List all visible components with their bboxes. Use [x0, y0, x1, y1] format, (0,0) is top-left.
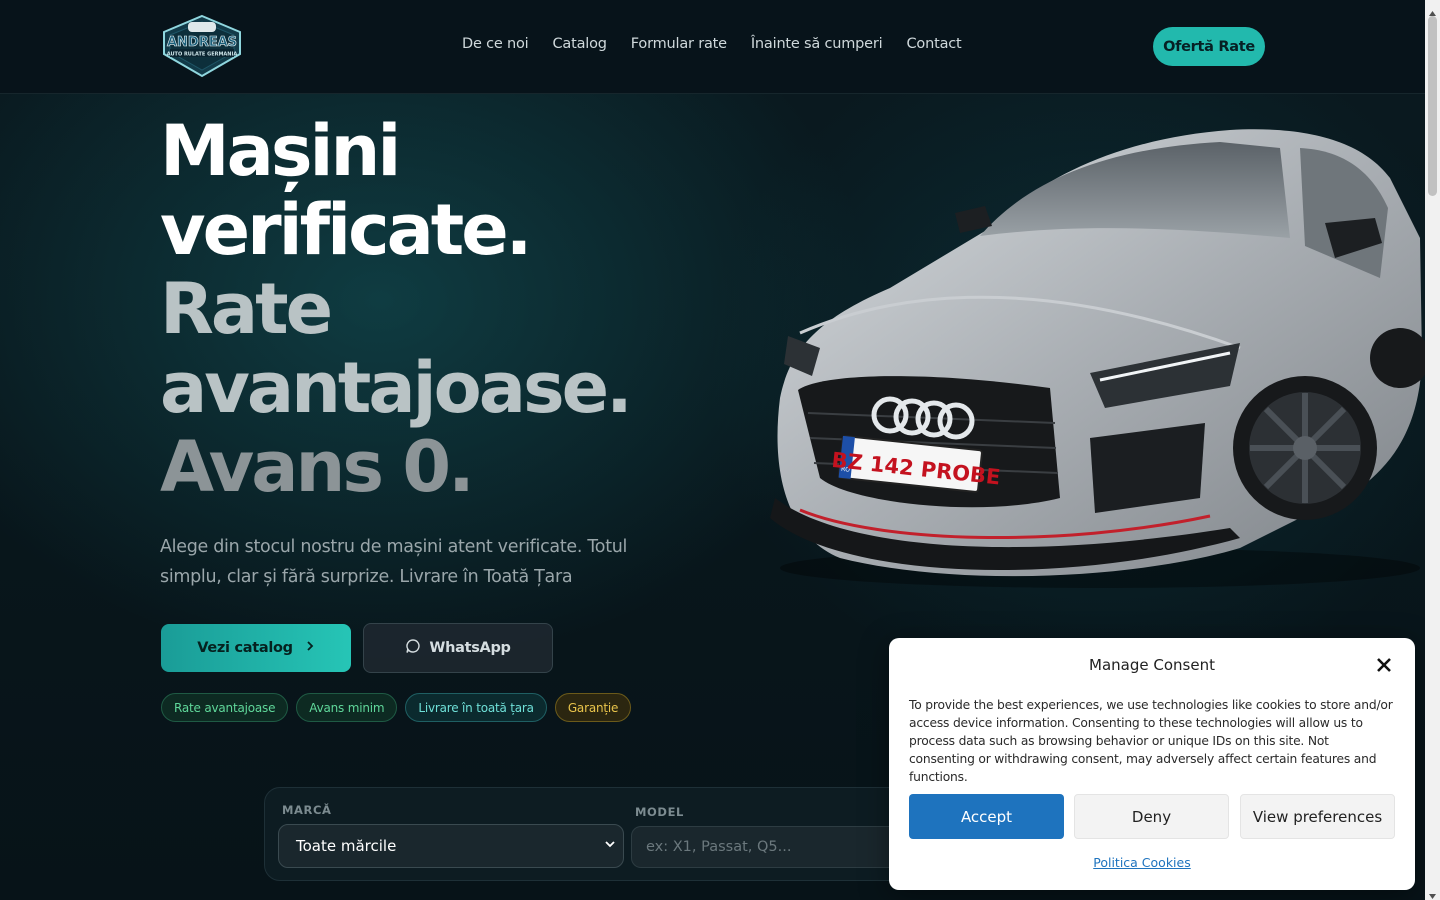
scroll-down-arrow-icon[interactable]: [1428, 886, 1437, 899]
cookie-policy-link[interactable]: Politica Cookies: [889, 855, 1395, 870]
chevron-right-icon: [305, 640, 315, 656]
tag-livrare: Livrare în toată țara: [405, 693, 547, 722]
headline-line-2: verificate.: [160, 189, 532, 271]
model-label: MODEL: [635, 805, 684, 819]
chat-bubble-icon: [405, 638, 421, 658]
feature-tags: Rate avantajoase Avans minim Livrare în …: [161, 693, 632, 722]
accept-button[interactable]: Accept: [909, 794, 1064, 839]
consent-text: To provide the best experiences, we use …: [909, 698, 1393, 784]
headline-line-5: Avans 0.: [160, 426, 475, 508]
brand-label: MARCĂ: [282, 803, 332, 817]
tag-avans-minim: Avans minim: [296, 693, 398, 722]
logo-subtext: AUTO RULATE GERMANIA: [167, 52, 238, 58]
site-header: ANDREAS AUTO RULATE GERMANIA De ce noi C…: [0, 0, 1425, 94]
close-icon[interactable]: [1375, 656, 1393, 674]
brand-select-value: Toate mărcile: [296, 837, 397, 855]
tag-rate-avantajoase: Rate avantajoase: [161, 693, 289, 722]
page-scrollbar[interactable]: [1425, 0, 1440, 900]
whatsapp-button[interactable]: WhatsApp: [363, 623, 553, 673]
hero-headline: Mașini verificate. Rate avantajoase. Ava…: [160, 110, 633, 508]
brand-select[interactable]: Toate mărcile: [278, 824, 624, 868]
oferta-rate-button[interactable]: Ofertă Rate: [1153, 27, 1265, 66]
vezi-catalog-label: Vezi catalog: [197, 640, 293, 656]
consent-title: Manage Consent: [1089, 656, 1215, 674]
nav-contact[interactable]: Contact: [907, 36, 962, 52]
whatsapp-label: WhatsApp: [429, 640, 511, 656]
view-preferences-button[interactable]: View preferences: [1240, 794, 1395, 839]
site-logo[interactable]: ANDREAS AUTO RULATE GERMANIA: [160, 14, 244, 78]
headline-line-3: Rate: [160, 268, 333, 350]
logo-text: ANDREAS: [167, 35, 237, 50]
chevron-down-icon: [603, 837, 617, 855]
scrollbar-thumb[interactable]: [1428, 16, 1437, 196]
model-input[interactable]: ex: X1, Passat, Q5...: [631, 826, 931, 868]
nav-formular-rate[interactable]: Formular rate: [631, 36, 727, 52]
nav-de-ce-noi[interactable]: De ce noi: [462, 36, 529, 52]
deny-button[interactable]: Deny: [1074, 794, 1229, 839]
hero-subtitle: Alege din stocul nostru de mașini atent …: [160, 537, 628, 587]
headline-line-1: Mașini: [160, 110, 401, 192]
vezi-catalog-button[interactable]: Vezi catalog: [161, 624, 351, 672]
nav-catalog[interactable]: Catalog: [553, 36, 607, 52]
hero-car-image: RO BZ 142 PROBE: [760, 118, 1430, 598]
nav-inainte-sa-cumperi[interactable]: Înainte să cumperi: [751, 36, 883, 52]
headline-line-4: avantajoase.: [160, 347, 633, 429]
main-nav: De ce noi Catalog Formular rate Înainte …: [462, 36, 962, 52]
cookie-consent-dialog: Manage Consent To provide the best exper…: [889, 638, 1415, 890]
scroll-up-arrow-icon[interactable]: [1428, 3, 1437, 16]
tag-garantie: Garanție: [554, 693, 632, 722]
